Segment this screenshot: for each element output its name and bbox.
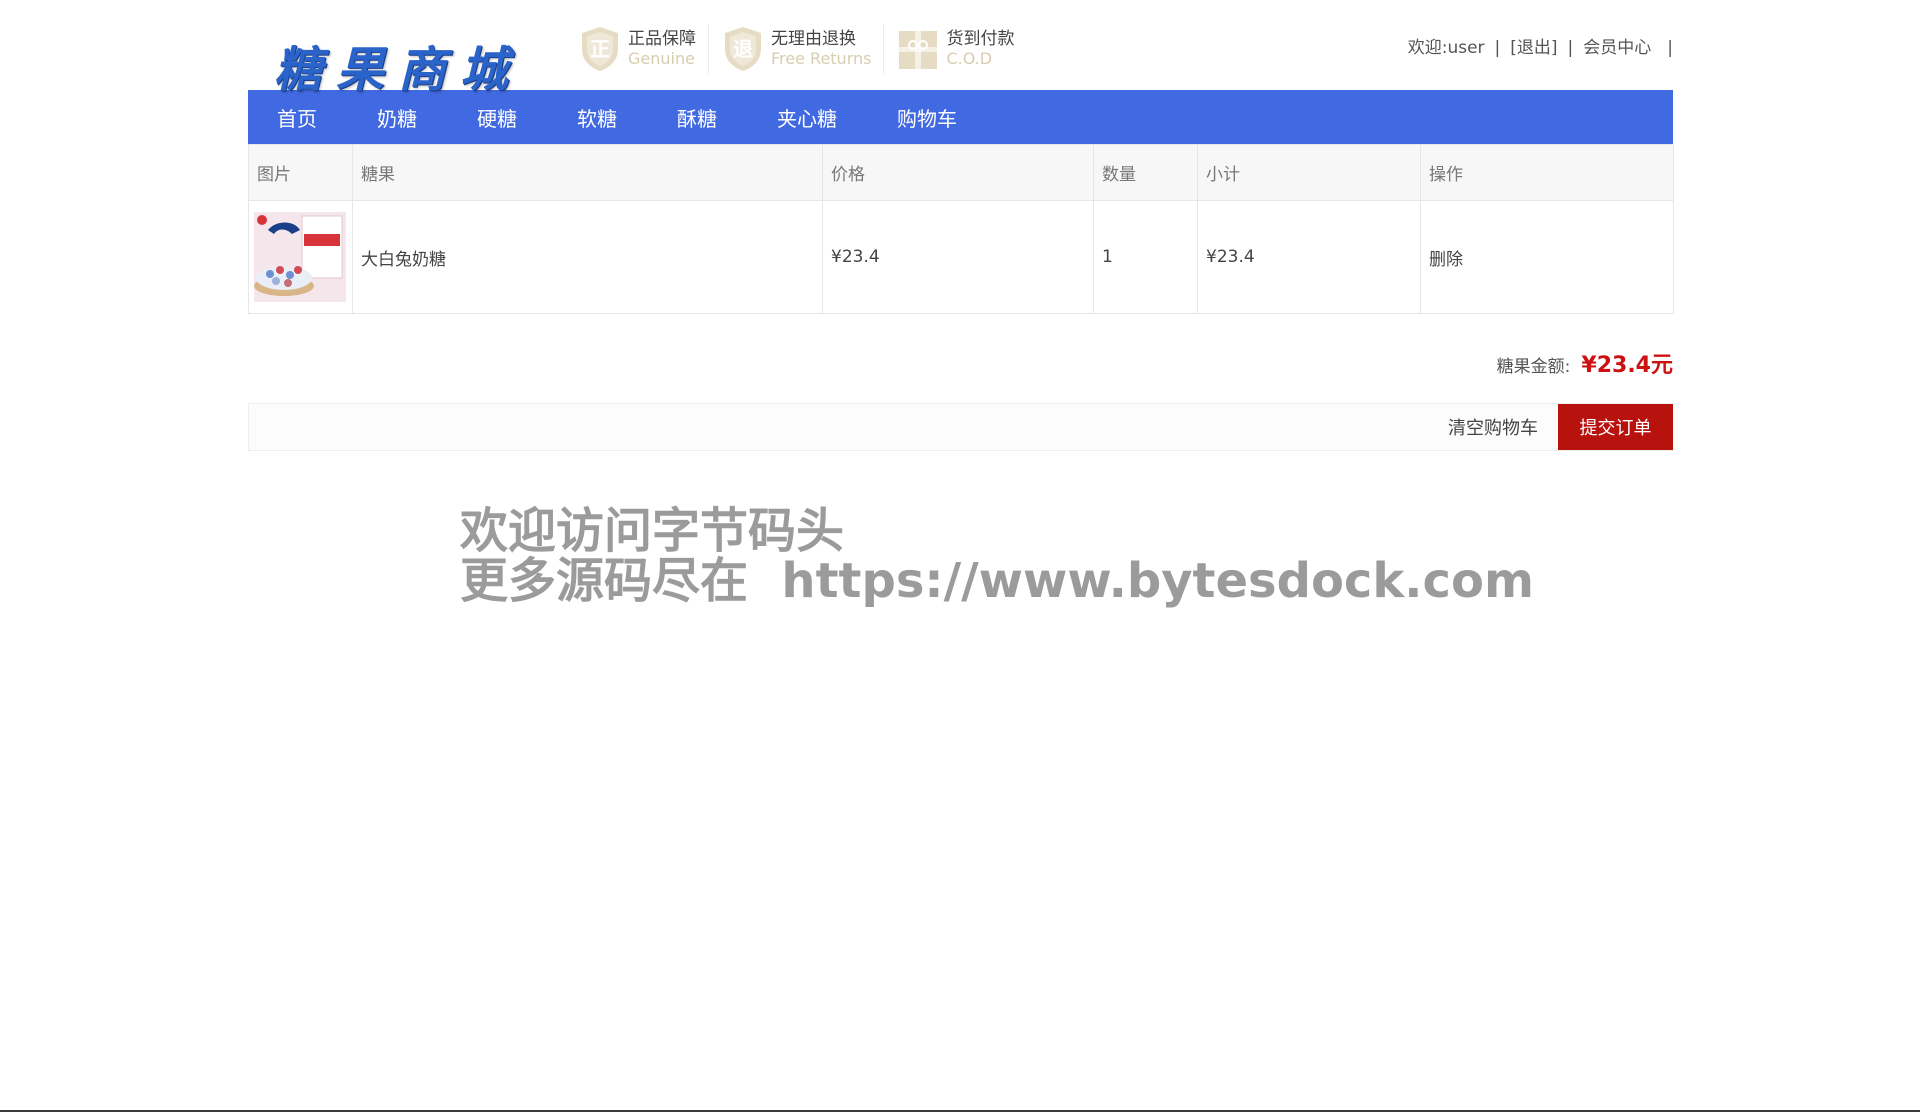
watermark-line-1: 欢迎访问字节码头 bbox=[460, 503, 845, 559]
promise-subtitle: C.O.D bbox=[946, 48, 993, 68]
column-header-image: 图片 bbox=[248, 144, 353, 201]
nav-item-filled-candy[interactable]: 夹心糖 bbox=[777, 103, 837, 132]
cart-total: 糖果金额: ¥23.4元 bbox=[248, 347, 1673, 379]
separator: | bbox=[1494, 38, 1501, 58]
separator: | bbox=[1567, 38, 1574, 58]
product-thumbnail[interactable] bbox=[254, 212, 346, 302]
promise-subtitle: Free Returns bbox=[771, 48, 872, 68]
product-quantity: 1 bbox=[1093, 200, 1198, 314]
promise-genuine: 正 正品保障 Genuine bbox=[566, 24, 709, 74]
product-name[interactable]: 大白兔奶糖 bbox=[352, 200, 823, 314]
logout-link[interactable]: [退出] bbox=[1510, 38, 1557, 58]
page: 糖果商城 正 正品保障 Genuine 退 无理由退换 Free Returns… bbox=[0, 0, 1920, 1112]
nav-item-crisp-candy[interactable]: 酥糖 bbox=[677, 103, 717, 132]
column-header-action: 操作 bbox=[1420, 144, 1674, 201]
total-value: ¥23.4元 bbox=[1581, 353, 1673, 378]
watermark: 欢迎访问字节码头 更多源码尽在 https://www.bytesdock.co… bbox=[460, 506, 1534, 606]
nav-item-cart[interactable]: 购物车 bbox=[897, 103, 957, 132]
product-price: ¥23.4 bbox=[822, 200, 1094, 314]
svg-text:正: 正 bbox=[590, 37, 610, 61]
delete-link[interactable]: 删除 bbox=[1429, 250, 1463, 270]
svg-text:退: 退 bbox=[733, 37, 753, 61]
returns-shield-icon: 退 bbox=[721, 25, 765, 73]
column-header-candy: 糖果 bbox=[352, 144, 823, 201]
member-center-link[interactable]: 会员中心 bbox=[1583, 38, 1651, 58]
nav-item-hard-candy[interactable]: 硬糖 bbox=[477, 103, 517, 132]
promise-returns: 退 无理由退换 Free Returns bbox=[709, 24, 885, 74]
cart-table: 图片 糖果 价格 数量 小计 操作 大白兔奶糖 ¥23.4 1 ¥23.4 删除 bbox=[248, 144, 1674, 314]
total-label: 糖果金额: bbox=[1496, 357, 1571, 377]
product-subtotal: ¥23.4 bbox=[1197, 200, 1421, 314]
separator: | bbox=[1667, 38, 1673, 58]
promise-title: 无理由退换 bbox=[771, 29, 856, 50]
product-image-cell bbox=[248, 200, 353, 314]
genuine-shield-icon: 正 bbox=[578, 25, 622, 73]
promise-subtitle: Genuine bbox=[628, 48, 695, 68]
cart-action-bar: 清空购物车 提交订单 bbox=[248, 403, 1673, 451]
main-container: 糖果商城 正 正品保障 Genuine 退 无理由退换 Free Returns… bbox=[248, 0, 1674, 451]
action-cell: 删除 bbox=[1420, 200, 1674, 314]
welcome-text: 欢迎:user bbox=[1407, 38, 1485, 58]
column-header-quantity: 数量 bbox=[1093, 144, 1198, 201]
service-promises: 正 正品保障 Genuine 退 无理由退换 Free Returns 货到付款… bbox=[566, 24, 1026, 74]
column-header-price: 价格 bbox=[822, 144, 1094, 201]
column-header-subtotal: 小计 bbox=[1197, 144, 1421, 201]
nav-item-home[interactable]: 首页 bbox=[277, 103, 317, 132]
nav-item-soft-candy[interactable]: 软糖 bbox=[577, 103, 617, 132]
user-bar: 欢迎:user | [退出] | 会员中心 | bbox=[1408, 33, 1673, 58]
clear-cart-link[interactable]: 清空购物车 bbox=[1448, 414, 1538, 440]
table-header-row: 图片 糖果 价格 数量 小计 操作 bbox=[248, 144, 1674, 201]
submit-order-button[interactable]: 提交订单 bbox=[1558, 404, 1673, 450]
promise-title: 正品保障 bbox=[628, 29, 696, 50]
header: 糖果商城 正 正品保障 Genuine 退 无理由退换 Free Returns… bbox=[248, 0, 1673, 98]
nav-item-milk-candy[interactable]: 奶糖 bbox=[377, 103, 417, 132]
site-logo[interactable]: 糖果商城 bbox=[274, 30, 522, 100]
gift-box-icon bbox=[896, 25, 940, 73]
promise-cod: 货到付款 C.O.D bbox=[884, 24, 1026, 74]
promise-title: 货到付款 bbox=[946, 29, 1015, 50]
watermark-line-2: 更多源码尽在 https://www.bytesdock.com bbox=[460, 553, 1534, 609]
table-row: 大白兔奶糖 ¥23.4 1 ¥23.4 删除 bbox=[248, 200, 1674, 314]
